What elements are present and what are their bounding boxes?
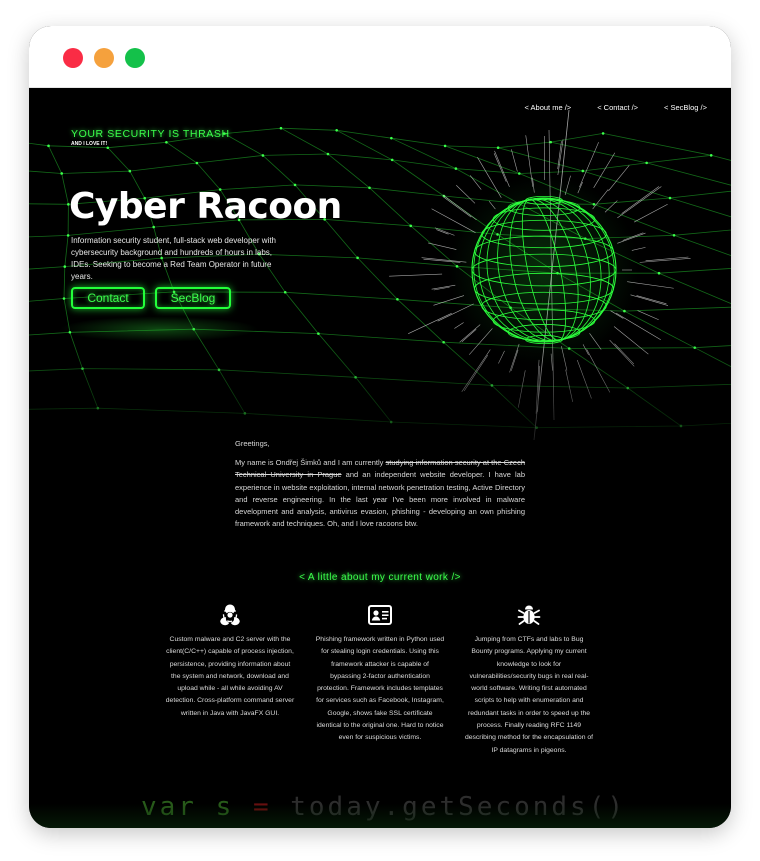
about-greeting: Greetings, — [235, 439, 270, 448]
work-section-title: < A little about my current work /> — [299, 572, 461, 583]
bottom-glow — [29, 804, 731, 828]
bug-icon — [517, 605, 541, 625]
webpage: < About me /> < Contact /> < SecBlog /> … — [29, 88, 731, 828]
hero-title: Cyber Racoon — [69, 186, 342, 227]
window-titlebar — [29, 26, 731, 88]
about-intro: My name is Ondřej Šimků and I am current… — [235, 458, 386, 468]
close-window-button[interactable] — [63, 48, 83, 68]
nav-secblog-link[interactable]: < SecBlog /> — [664, 103, 707, 112]
button-glow — [59, 316, 259, 342]
nav-contact-link[interactable]: < Contact /> — [597, 103, 638, 112]
biohazard-icon — [220, 604, 240, 626]
nav-about-link[interactable]: < About me /> — [524, 103, 571, 112]
work-card-text: Phishing framework written in Python use… — [315, 636, 445, 742]
hero-description: Information security student, full-stack… — [71, 236, 276, 281]
minimize-window-button[interactable] — [94, 48, 114, 68]
work-card-text: Jumping from CTFs and labs to Bug Bounty… — [464, 636, 594, 754]
work-card-bugbounty: Jumping from CTFs and labs to Bug Bounty… — [464, 602, 594, 757]
work-card-phishing: Phishing framework written in Python use… — [315, 602, 445, 745]
about-section: Greetings, My name is Ondřej Šimků and I… — [235, 438, 525, 537]
secblog-button[interactable]: SecBlog — [155, 287, 231, 309]
hero-subtagline: AND I LOVE IT! — [71, 141, 108, 147]
about-paragraph: My name is Ondřej Šimků and I am current… — [235, 457, 525, 530]
browser-window: < About me /> < Contact /> < SecBlog /> … — [29, 26, 731, 828]
maximize-window-button[interactable] — [125, 48, 145, 68]
contact-button[interactable]: Contact — [71, 287, 145, 309]
id-card-icon — [368, 605, 392, 625]
top-navigation: < About me /> < Contact /> < SecBlog /> — [524, 103, 707, 112]
work-card-text: Custom malware and C2 server with the cl… — [165, 636, 295, 717]
work-card-malware: Custom malware and C2 server with the cl… — [165, 602, 295, 720]
hero-tagline: YOUR SECURITY IS THRASH — [71, 128, 230, 140]
